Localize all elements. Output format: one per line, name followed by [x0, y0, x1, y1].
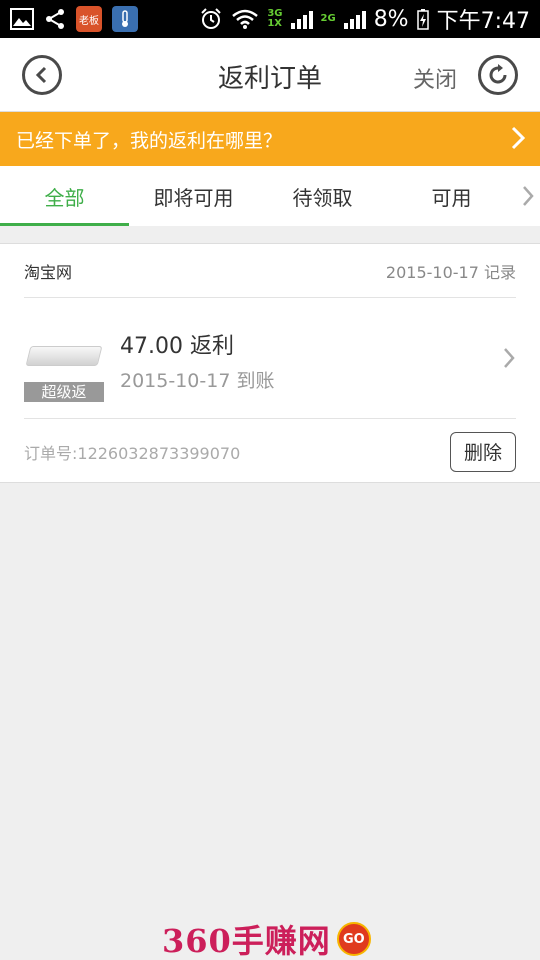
news-app-icon: 老板 — [76, 6, 102, 32]
tab-available[interactable]: 可用 — [387, 166, 516, 226]
clock: 下午7:47 — [436, 9, 530, 34]
tab-soon-available[interactable]: 即将可用 — [129, 166, 258, 226]
order-card-header: 淘宝网 2015-10-17 记录 — [24, 244, 516, 298]
close-button[interactable]: 关闭 — [413, 62, 457, 94]
battery-percent: 8% — [373, 6, 409, 32]
order-card: 淘宝网 2015-10-17 记录 超级返 47.00 返利 2015-10-1… — [0, 243, 540, 483]
image-icon — [10, 8, 34, 30]
chevron-right-icon — [523, 186, 534, 206]
status-bar: 老板 3G 1X 2G 8% 下午7:47 — [0, 0, 540, 38]
go-badge-icon: GO — [336, 922, 371, 956]
product-image — [25, 346, 103, 366]
banner-text: 已经下单了，我的返利在哪里？ — [16, 129, 283, 152]
store-name: 淘宝网 — [24, 262, 73, 282]
refresh-circle-icon — [489, 64, 507, 84]
rebate-amount: 47.00 返利 — [120, 334, 234, 359]
chevron-right-icon — [504, 348, 515, 368]
product-thumbnail: 超级返 — [24, 322, 104, 402]
battery-charging-icon — [416, 9, 429, 30]
watermark-text: 360手赚网 — [162, 922, 331, 960]
tab-all[interactable]: 全部 — [0, 166, 129, 226]
order-number: 订单号:1226032873399070 — [24, 443, 241, 463]
tabs-scroll-right-button[interactable] — [516, 166, 540, 226]
delete-button[interactable]: 删除 — [450, 431, 516, 472]
share-icon — [46, 9, 64, 29]
tab-to-claim[interactable]: 待领取 — [258, 166, 387, 226]
arrival-date: 2015-10-17 到账 — [120, 370, 275, 392]
site-watermark-logo: 360手赚网 GO — [162, 916, 371, 960]
order-item-row[interactable]: 超级返 47.00 返利 2015-10-17 到账 — [24, 298, 516, 419]
rebate-help-banner[interactable]: 已经下单了，我的返利在哪里？ — [0, 112, 540, 166]
super-rebate-tag: 超级返 — [24, 382, 104, 402]
wifi-icon — [232, 9, 259, 29]
page-title: 返利订单 — [217, 64, 322, 94]
thermometer-app-icon — [112, 6, 138, 32]
order-card-footer: 订单号:1226032873399070 删除 — [24, 420, 516, 483]
network-type-label: 3G 1X — [267, 8, 283, 29]
signal-icon-2 — [343, 9, 366, 29]
refresh-button[interactable] — [478, 55, 518, 95]
title-bar: 返利订单 关闭 — [0, 38, 540, 112]
chevron-right-icon — [511, 126, 526, 150]
signal-icon — [290, 9, 313, 29]
record-date: 2015-10-17 记录 — [385, 262, 516, 282]
alarm-icon — [201, 8, 222, 29]
network-type-label-2: 2G — [320, 13, 336, 24]
filter-tabs: 全部 即将可用 待领取 可用 — [0, 166, 540, 226]
